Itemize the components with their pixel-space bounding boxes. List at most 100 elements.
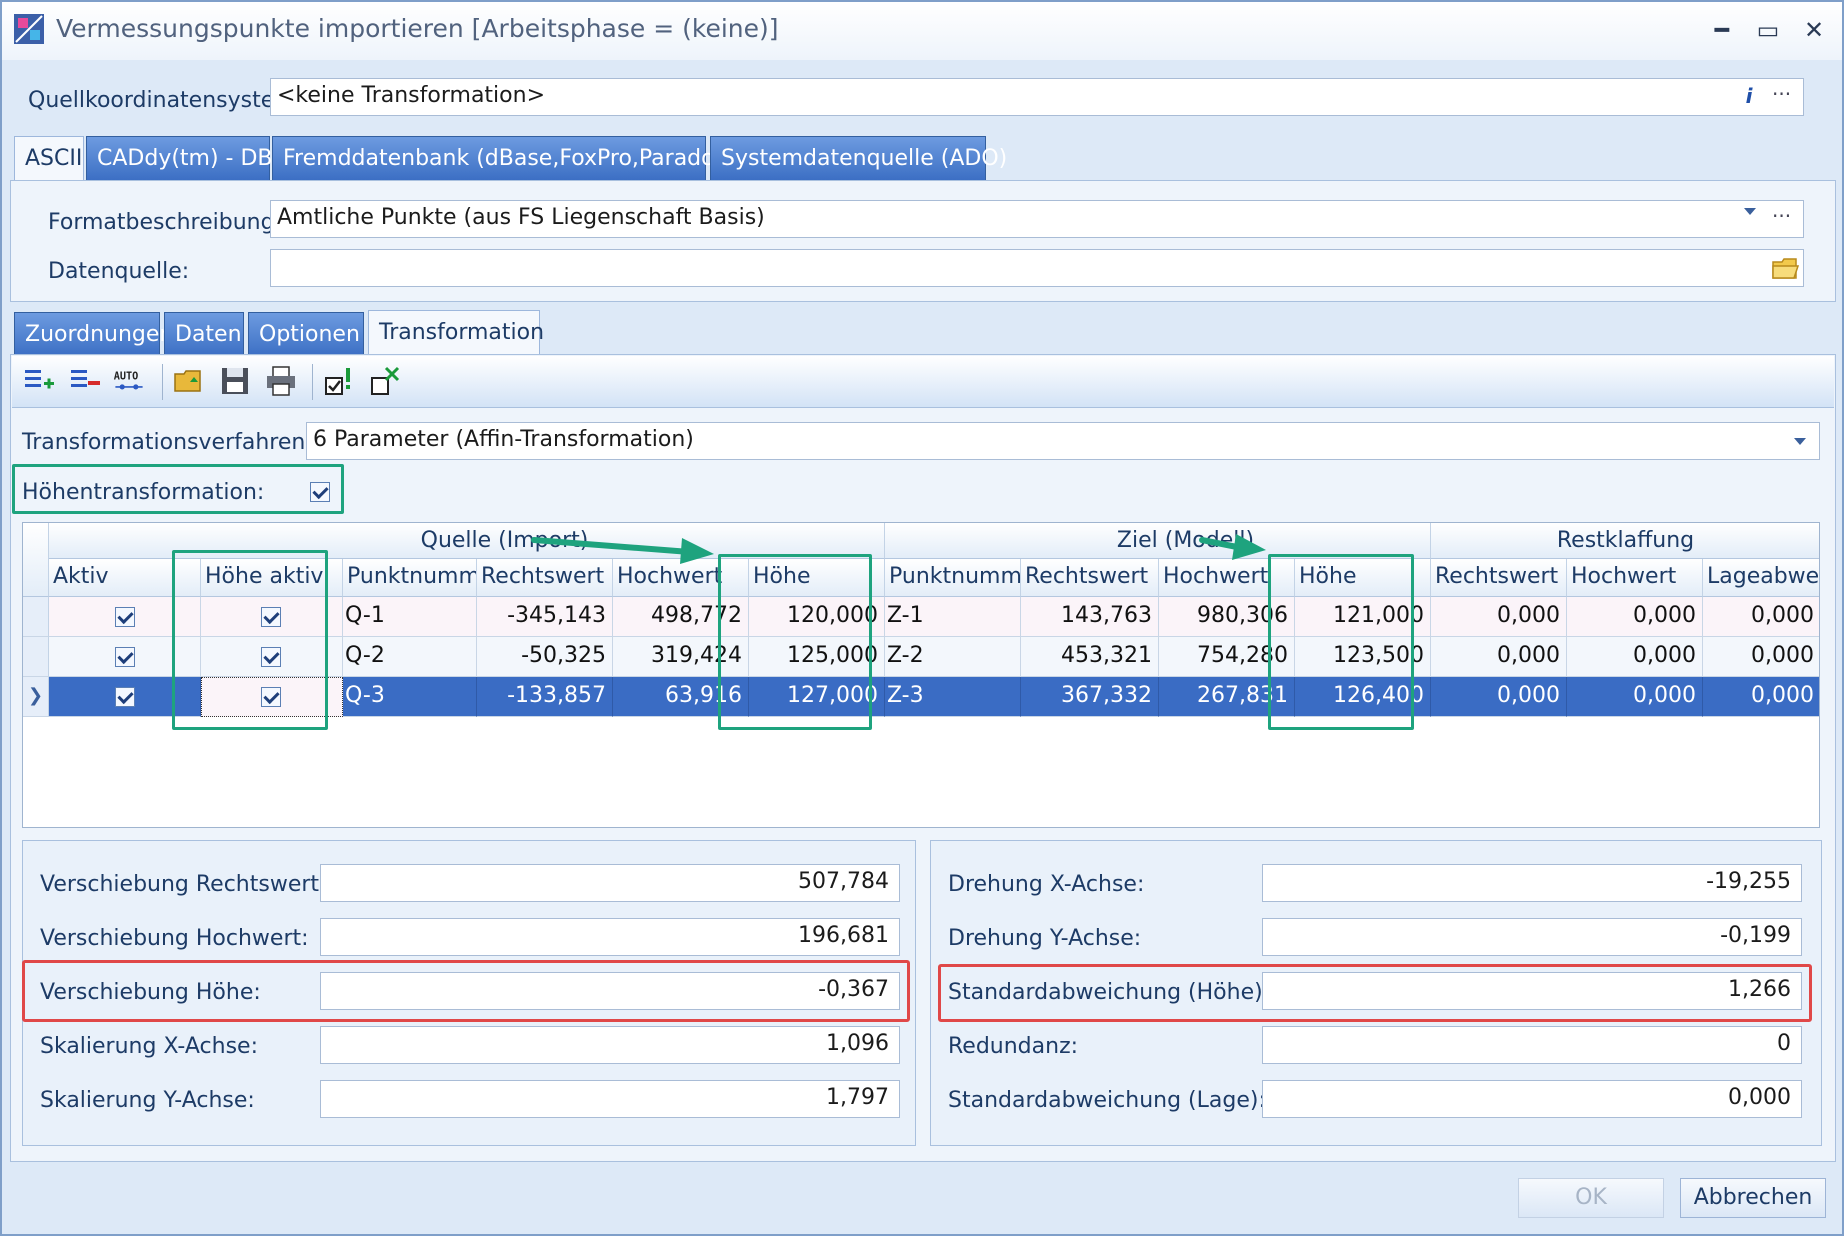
std-dev-position-field[interactable]: 0,000 — [1262, 1080, 1802, 1118]
tab-ascii[interactable]: ASCII — [14, 136, 84, 180]
row-aktiv-checkbox[interactable] — [115, 687, 135, 707]
target-hoehe-highlight — [1268, 554, 1414, 730]
residual-hochwert-cell: 0,000 — [1567, 637, 1703, 677]
datasource-input[interactable] — [270, 249, 1804, 287]
target-rechtswert-cell[interactable]: 143,763 — [1021, 597, 1159, 637]
source-punktnummer-cell[interactable]: Q-2 — [343, 637, 477, 677]
tab-fremddatenbank[interactable]: Fremddatenbank (dBase,FoxPro,Paradox) — [272, 136, 736, 180]
save-icon[interactable] — [218, 364, 252, 398]
row-pointer-icon[interactable]: ❯ — [23, 677, 49, 717]
shift-easting-label: Verschiebung Rechtswert: — [40, 872, 327, 897]
column-header-residual-rechtswert[interactable]: Rechtswert — [1431, 559, 1567, 597]
tab-daten[interactable]: Daten — [164, 312, 244, 356]
shift-northing-label: Verschiebung Hochwert: — [40, 926, 309, 951]
std-dev-position-label: Standardabweichung (Lage): — [948, 1088, 1266, 1113]
minimize-button[interactable]: ━ — [1702, 12, 1742, 48]
column-header-residual-hochwert[interactable]: Hochwert — [1567, 559, 1703, 597]
scale-y-field[interactable]: 1,797 — [320, 1080, 900, 1118]
tab-systemdatenquelle[interactable]: Systemdatenquelle (ADO) — [710, 136, 1007, 180]
rotation-x-label: Drehung X-Achse: — [948, 872, 1145, 897]
chevron-down-icon[interactable] — [1744, 208, 1756, 215]
open-file-icon[interactable] — [1770, 254, 1800, 282]
format-browse-button[interactable]: ··· — [1772, 204, 1791, 228]
window-title: Vermessungspunkte importieren [Arbeitsph… — [56, 14, 779, 43]
import-dialog: Vermessungspunkte importieren [Arbeitsph… — [0, 0, 1844, 1236]
target-rechtswert-cell[interactable]: 367,332 — [1021, 677, 1159, 717]
residual-rechtswert-cell: 0,000 — [1431, 677, 1567, 717]
format-label: Formatbeschreibung: — [48, 210, 282, 235]
add-row-icon[interactable] — [22, 364, 56, 398]
arrow-to-source-hoehe-icon — [531, 537, 714, 564]
title-bar: Vermessungspunkte importieren [Arbeitsph… — [2, 2, 1842, 60]
transformation-toolbar: AUTO — [12, 356, 1834, 408]
source-rechtswert-cell[interactable]: -133,857 — [477, 677, 613, 717]
row-aktiv-checkbox[interactable] — [115, 607, 135, 627]
app-icon — [14, 14, 44, 44]
row-selector[interactable] — [23, 597, 49, 637]
target-punktnummer-cell[interactable]: Z-1 — [885, 597, 1021, 637]
uncheck-all-icon[interactable] — [368, 364, 402, 398]
group-header-residual: Restklaffung — [1431, 523, 1819, 559]
column-header-residual-lageabweichung[interactable]: Lageabweicl — [1703, 559, 1819, 597]
delete-row-icon[interactable] — [68, 364, 102, 398]
transformation-method-select[interactable]: 6 Parameter (Affin-Transformation) — [306, 422, 1820, 460]
shift-height-highlight — [22, 960, 910, 1022]
target-punktnummer-cell[interactable]: Z-3 — [885, 677, 1021, 717]
close-button[interactable]: ✕ — [1794, 12, 1834, 48]
column-header-source-punktnummer[interactable]: Punktnumm — [343, 559, 477, 597]
target-punktnummer-cell[interactable]: Z-2 — [885, 637, 1021, 677]
row-aktiv-checkbox[interactable] — [115, 647, 135, 667]
source-rechtswert-cell[interactable]: -345,143 — [477, 597, 613, 637]
source-crs-label: Quellkoordinatensysten — [28, 88, 289, 113]
redundancy-label: Redundanz: — [948, 1034, 1079, 1059]
open-folder-icon[interactable] — [172, 364, 206, 398]
format-select[interactable]: Amtliche Punkte (aus FS Liegenschaft Bas… — [270, 200, 1804, 238]
source-crs-browse-button[interactable]: ··· — [1772, 82, 1791, 106]
scale-x-field[interactable]: 1,096 — [320, 1026, 900, 1064]
rotation-x-field[interactable]: -19,255 — [1262, 864, 1802, 902]
svg-text:AUTO: AUTO — [114, 371, 139, 382]
info-icon[interactable]: i — [1742, 84, 1756, 108]
residual-hochwert-cell: 0,000 — [1567, 597, 1703, 637]
residual-lageabweichung-cell: 0,000 — [1703, 637, 1819, 677]
scale-y-label: Skalierung Y-Achse: — [40, 1088, 255, 1113]
rotation-y-field[interactable]: -0,199 — [1262, 918, 1802, 956]
residual-lageabweichung-cell: 0,000 — [1703, 597, 1819, 637]
source-hoehe-highlight — [718, 554, 872, 730]
auto-icon[interactable]: AUTO — [112, 364, 146, 398]
source-crs-field[interactable]: <keine Transformation> — [270, 78, 1804, 116]
source-rechtswert-cell[interactable]: -50,325 — [477, 637, 613, 677]
residual-rechtswert-cell: 0,000 — [1431, 637, 1567, 677]
source-crs-value: <keine Transformation> — [277, 83, 545, 108]
tab-caddy-dbk[interactable]: CADdy(tm) - DBK — [86, 136, 287, 180]
toolbar-separator — [162, 364, 163, 400]
toolbar-separator — [312, 364, 313, 400]
redundancy-field[interactable]: 0 — [1262, 1026, 1802, 1064]
arrow-to-target-hoehe-icon — [1199, 534, 1266, 560]
row-selector[interactable] — [23, 637, 49, 677]
target-rechtswert-cell[interactable]: 453,321 — [1021, 637, 1159, 677]
residual-hochwert-cell: 0,000 — [1567, 677, 1703, 717]
shift-northing-field[interactable]: 196,681 — [320, 918, 900, 956]
column-header-target-punktnummer[interactable]: Punktnumm — [885, 559, 1021, 597]
transformation-method-label: Transformationsverfahren: — [22, 430, 313, 455]
check-all-icon[interactable] — [322, 364, 356, 398]
tab-transformation[interactable]: Transformation — [368, 310, 544, 354]
tab-optionen[interactable]: Optionen — [248, 312, 364, 356]
shift-easting-field[interactable]: 507,784 — [320, 864, 900, 902]
source-punktnummer-cell[interactable]: Q-1 — [343, 597, 477, 637]
residual-lageabweichung-cell: 0,000 — [1703, 677, 1819, 717]
rotation-y-label: Drehung Y-Achse: — [948, 926, 1142, 951]
column-header-target-rechtswert[interactable]: Rechtswert — [1021, 559, 1159, 597]
print-icon[interactable] — [264, 364, 298, 398]
scale-x-label: Skalierung X-Achse: — [40, 1034, 258, 1059]
height-transformation-highlight — [12, 464, 344, 514]
maximize-button[interactable]: ▭ — [1748, 12, 1788, 48]
source-punktnummer-cell[interactable]: Q-3 — [343, 677, 477, 717]
cancel-button[interactable]: Abbrechen — [1680, 1178, 1826, 1218]
transformation-method-value: 6 Parameter (Affin-Transformation) — [313, 427, 694, 452]
chevron-down-icon[interactable] — [1794, 438, 1806, 445]
tab-zuordnungen[interactable]: Zuordnungen — [14, 312, 173, 356]
format-value: Amtliche Punkte (aus FS Liegenschaft Bas… — [277, 205, 765, 230]
ok-button[interactable]: OK — [1518, 1178, 1664, 1218]
